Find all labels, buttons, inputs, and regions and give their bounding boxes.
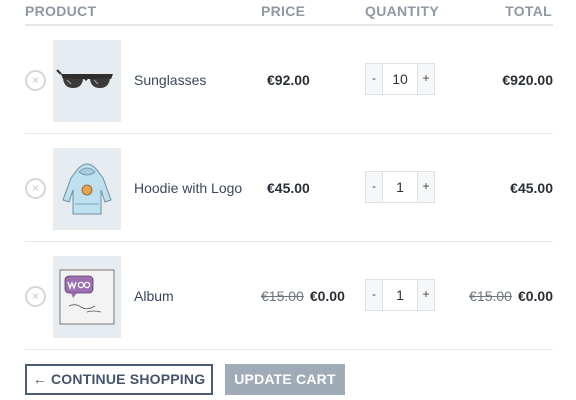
remove-item-button[interactable]: × — [25, 286, 46, 307]
cart-row: × Album €15.00 €0.00 - 1 + €15.00 €0.00 — [25, 242, 553, 350]
product-price: €15.00 €0.00 — [261, 288, 345, 304]
line-total: €920.00 — [496, 72, 553, 88]
quantity-increase-button[interactable]: + — [417, 279, 435, 311]
sunglasses-icon[interactable] — [53, 40, 121, 122]
product-price: €92.00 — [261, 72, 310, 88]
product-price: €45.00 — [261, 180, 310, 196]
current-line-total: €920.00 — [502, 72, 553, 88]
quantity-decrease-button[interactable]: - — [365, 279, 383, 311]
column-header-product: PRODUCT — [25, 3, 97, 19]
quantity-input[interactable]: 1 — [383, 279, 417, 311]
line-total: €15.00 €0.00 — [469, 288, 553, 304]
quantity-decrease-button[interactable]: - — [365, 171, 383, 203]
old-line-total: €15.00 — [469, 288, 512, 304]
product-name-link[interactable]: Sunglasses — [134, 72, 206, 88]
quantity-decrease-button[interactable]: - — [365, 63, 383, 95]
cart-row: × Sunglasses €92.00 - 10 + €920.00 — [25, 26, 553, 134]
quantity-increase-button[interactable]: + — [417, 171, 435, 203]
current-price: €92.00 — [267, 72, 310, 88]
current-price: €0.00 — [309, 288, 345, 304]
quantity-stepper: - 10 + — [365, 63, 435, 95]
product-name-link[interactable]: Hoodie with Logo — [134, 180, 242, 196]
current-line-total: €45.00 — [510, 180, 553, 196]
current-line-total: €0.00 — [517, 288, 553, 304]
remove-item-button[interactable]: × — [25, 178, 46, 199]
old-price: €15.00 — [261, 288, 304, 304]
current-price: €45.00 — [267, 180, 310, 196]
quantity-input[interactable]: 10 — [383, 63, 417, 95]
column-header-price: PRICE — [261, 3, 306, 19]
album-icon[interactable] — [53, 256, 121, 338]
product-name-link[interactable]: Album — [134, 288, 174, 304]
update-cart-button[interactable]: UPDATE CART — [225, 364, 345, 395]
quantity-increase-button[interactable]: + — [417, 63, 435, 95]
continue-shopping-button[interactable]: ← CONTINUE SHOPPING — [25, 364, 213, 395]
cart-row: × Hoodie with Logo €45.00 - 1 + €45.00 — [25, 134, 553, 242]
remove-item-button[interactable]: × — [25, 70, 46, 91]
column-header-total: TOTAL — [505, 3, 552, 19]
column-header-quantity: QUANTITY — [365, 3, 439, 19]
quantity-stepper: - 1 + — [365, 171, 435, 203]
hoodie-icon[interactable] — [53, 148, 121, 230]
quantity-stepper: - 1 + — [365, 279, 435, 311]
line-total: €45.00 — [504, 180, 553, 196]
quantity-input[interactable]: 1 — [383, 171, 417, 203]
